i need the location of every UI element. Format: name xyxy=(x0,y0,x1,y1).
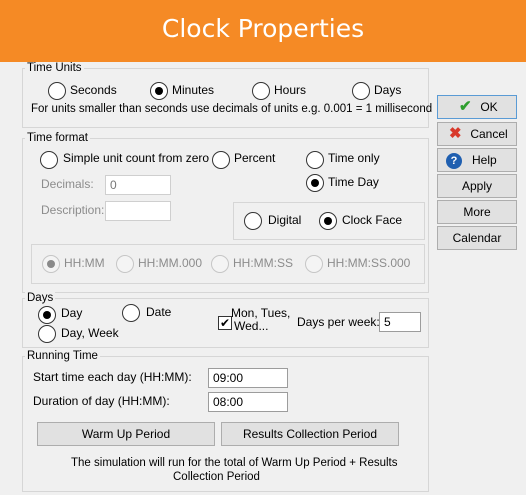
cancel-button[interactable]: ✖ Cancel xyxy=(437,122,517,146)
minutes-label: Minutes xyxy=(172,83,215,97)
day-label: Day xyxy=(61,306,83,320)
running-time-group: Running Time Start time each day (HH:MM)… xyxy=(22,350,429,492)
time-day-label: Time Day xyxy=(328,175,379,189)
ok-label: OK xyxy=(480,100,498,114)
time-day-radio[interactable] xyxy=(306,174,324,192)
clock-face-label: Clock Face xyxy=(342,213,403,227)
hhmmss000-radio[interactable] xyxy=(305,255,323,273)
date-label: Date xyxy=(146,305,172,319)
ok-button[interactable]: ✔ OK xyxy=(437,95,517,119)
day-radio[interactable] xyxy=(38,306,56,324)
hhmmss-label: HH:MM:SS xyxy=(233,256,293,270)
apply-button[interactable]: Apply xyxy=(437,174,517,198)
hhmm-radio[interactable] xyxy=(42,255,60,273)
dialog-body: Time Units Seconds Minutes Hours Days Fo… xyxy=(0,62,526,495)
format-options-group: HH:MM HH:MM.000 HH:MM:SS HH:MM:SS.000 xyxy=(31,244,425,284)
clock-face-radio[interactable] xyxy=(319,212,337,230)
time-format-label: Time format xyxy=(25,132,90,144)
simple-count-radio[interactable] xyxy=(40,151,58,169)
calendar-button[interactable]: Calendar xyxy=(437,226,517,250)
mon-tues-checkbox[interactable]: ✔ xyxy=(218,316,232,330)
simple-count-label: Simple unit count from zero xyxy=(63,151,210,165)
days-group-label: Days xyxy=(25,292,56,304)
mon-tues-label-2: Wed... xyxy=(234,319,269,333)
checkmark-icon: ✔ xyxy=(459,98,472,115)
hhmmss-radio[interactable] xyxy=(211,255,229,273)
day-week-label: Day, Week xyxy=(61,326,119,340)
days-radio[interactable] xyxy=(352,82,370,100)
day-week-radio[interactable] xyxy=(38,325,56,343)
seconds-label: Seconds xyxy=(70,83,117,97)
minutes-radio[interactable] xyxy=(150,82,168,100)
seconds-radio[interactable] xyxy=(48,82,66,100)
time-units-note: For units smaller than seconds use decim… xyxy=(31,103,433,115)
cancel-x-icon: ✖ xyxy=(449,125,462,142)
time-units-group: Time Units Seconds Minutes Hours Days Fo… xyxy=(22,62,433,128)
description-input[interactable] xyxy=(105,201,171,221)
hhmm000-radio[interactable] xyxy=(116,255,134,273)
mon-tues-label-1: Mon, Tues, xyxy=(231,306,291,320)
help-button[interactable]: ? Help xyxy=(437,148,517,172)
time-format-group: Time format Simple unit count from zero … xyxy=(22,132,429,293)
simulation-note-line-1: The simulation will run for the total of… xyxy=(71,457,398,469)
digital-radio[interactable] xyxy=(244,212,262,230)
hhmm000-label: HH:MM.000 xyxy=(138,256,203,270)
days-per-week-input[interactable]: 5 xyxy=(379,312,421,332)
results-collection-period-button[interactable]: Results Collection Period xyxy=(221,422,399,446)
days-per-week-label: Days per week: xyxy=(297,315,380,329)
date-radio[interactable] xyxy=(122,304,140,322)
decimals-label: Decimals: xyxy=(41,177,94,191)
cancel-label: Cancel xyxy=(470,127,508,141)
start-time-label: Start time each day (HH:MM): xyxy=(33,370,192,384)
days-label: Days xyxy=(374,83,402,97)
warm-up-period-button[interactable]: Warm Up Period xyxy=(37,422,215,446)
duration-input[interactable]: 08:00 xyxy=(208,392,288,412)
window-title: Clock Properties xyxy=(161,14,365,43)
help-question-icon: ? xyxy=(446,152,462,169)
percent-label: Percent xyxy=(234,151,276,165)
description-label: Description: xyxy=(41,203,105,217)
running-time-label: Running Time xyxy=(25,350,100,362)
time-only-label: Time only xyxy=(328,151,380,165)
days-group: Days Day Date Day, Week ✔ Mon, Tues, Wed… xyxy=(22,292,429,348)
decimals-input[interactable]: 0 xyxy=(105,175,171,195)
hhmmss000-label: HH:MM:SS.000 xyxy=(327,256,411,270)
time-units-label: Time Units xyxy=(25,62,84,74)
digital-label: Digital xyxy=(268,213,302,227)
title-bar: Clock Properties xyxy=(0,0,526,63)
duration-label: Duration of day (HH:MM): xyxy=(33,394,170,408)
start-time-input[interactable]: 09:00 xyxy=(208,368,288,388)
more-button[interactable]: More xyxy=(437,200,517,224)
hours-label: Hours xyxy=(274,83,307,97)
time-only-radio[interactable] xyxy=(306,151,324,169)
display-style-group: Digital Clock Face xyxy=(233,202,425,240)
hhmm-label: HH:MM xyxy=(64,256,105,270)
percent-radio[interactable] xyxy=(212,151,230,169)
simulation-note-line-2: Collection Period xyxy=(173,471,260,483)
hours-radio[interactable] xyxy=(252,82,270,100)
help-label: Help xyxy=(472,153,497,167)
